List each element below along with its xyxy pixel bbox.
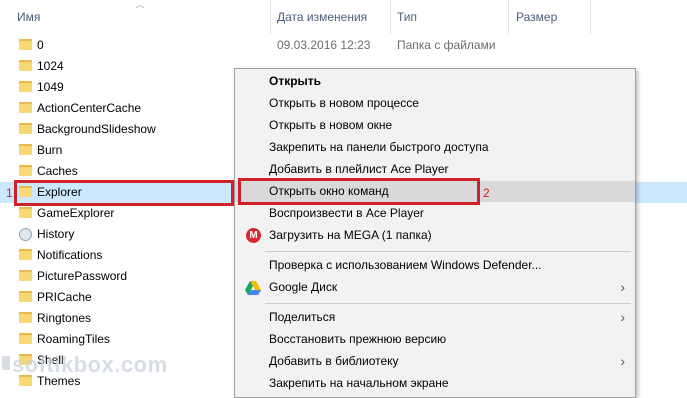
file-type: Папка с файлами [397,38,496,52]
menu-item-label: Проверка с использованием Windows Defend… [269,258,542,272]
menu-item-label: Поделиться [269,310,336,324]
menu-item-restore-version[interactable]: Восстановить прежнюю версию [235,329,635,350]
menu-item-share[interactable]: Поделиться › [235,307,635,328]
menu-item-add-library[interactable]: Добавить в библиотеку › [235,351,635,372]
folder-icon [19,165,32,176]
file-name: PRICache [37,290,92,304]
menu-item-play-ace[interactable]: Воспроизвести в Ace Player [235,203,635,224]
menu-item-label: Закрепить на панели быстрого доступа [269,140,489,154]
annotation-box-explorer [14,180,234,206]
chevron-right-icon: › [620,353,625,369]
menu-item-defender-scan[interactable]: Проверка с использованием Windows Defend… [235,255,635,276]
annotation-number-1: 1 [6,186,13,200]
annotation-box-cmd [238,178,480,205]
file-name: 1049 [37,80,64,94]
google-drive-icon [245,281,261,295]
folder-icon [19,123,32,134]
chevron-right-icon: › [620,279,625,295]
folder-icon [19,312,32,323]
column-date[interactable]: Дата изменения [277,0,367,34]
menu-item-label: Открыть в новом окне [269,118,393,132]
file-name: BackgroundSlideshow [37,122,156,136]
folder-icon [19,39,32,50]
menu-item-pin-start[interactable]: Закрепить на начальном экране [235,373,635,394]
file-name: Burn [37,143,63,157]
folder-icon [19,333,32,344]
folder-icon [19,144,32,155]
menu-item-label: Добавить в библиотеку [269,354,399,368]
watermark-logo-icon [2,356,10,370]
file-name: PicturePassword [37,269,128,283]
chevron-right-icon: › [620,309,625,325]
annotation-number-2: 2 [483,186,490,200]
menu-item-upload-mega[interactable]: M Загрузить на MEGA (1 папка) [235,225,635,246]
folder-icon [19,102,32,113]
column-name[interactable]: Имя [17,0,40,34]
file-name: Ringtones [37,311,92,325]
file-row[interactable]: 0 09.03.2016 12:23 Папка с файлами [0,35,687,56]
menu-item-open-new-process[interactable]: Открыть в новом процессе [235,93,635,114]
context-menu: Открыть Открыть в новом процессе Открыть… [234,68,636,398]
column-size[interactable]: Размер [516,0,557,34]
file-name: RoamingTiles [37,332,110,346]
column-type[interactable]: Тип [397,0,417,34]
column-divider[interactable] [270,0,271,34]
column-divider[interactable] [508,0,509,34]
menu-item-pin-quick-access[interactable]: Закрепить на панели быстрого доступа [235,137,635,158]
history-icon [19,228,32,241]
menu-item-add-ace-playlist[interactable]: Добавить в плейлист Ace Player [235,159,635,180]
menu-item-label: Открыть в новом процессе [269,96,419,110]
column-divider[interactable] [390,0,391,34]
file-name: 0 [37,38,44,52]
folder-icon [19,60,32,71]
folder-icon [19,81,32,92]
file-name: GameExplorer [37,206,115,220]
menu-separator [265,303,631,304]
file-date: 09.03.2016 12:23 [277,38,371,52]
menu-item-label: Загрузить на MEGA (1 папка) [269,228,432,242]
column-header: ︿ Имя Дата изменения Тип Размер [0,0,687,34]
watermark: softikbox.com [12,352,168,377]
file-name: 1024 [37,59,64,73]
menu-item-open-new-window[interactable]: Открыть в новом окне [235,115,635,136]
menu-item-open[interactable]: Открыть [235,71,635,92]
file-name: Caches [37,164,78,178]
file-name: ActionCenterCache [37,101,142,115]
sort-up-icon: ︿ [135,0,145,11]
menu-item-label: Google Диск [269,280,338,294]
menu-item-label: Воспроизвести в Ace Player [269,206,424,220]
menu-item-label: Закрепить на начальном экране [269,376,449,390]
mega-icon: M [246,228,261,243]
menu-item-label: Добавить в плейлист Ace Player [269,162,449,176]
file-name: History [37,227,75,241]
folder-icon [19,291,32,302]
menu-item-google-drive[interactable]: Google Диск › [235,277,635,298]
folder-icon [19,270,32,281]
menu-item-label: Открыть [269,74,322,88]
file-name: Notifications [37,248,103,262]
menu-separator [265,251,631,252]
menu-item-label: Восстановить прежнюю версию [269,332,447,346]
column-divider[interactable] [590,0,591,34]
folder-icon [19,249,32,260]
folder-icon [19,207,32,218]
